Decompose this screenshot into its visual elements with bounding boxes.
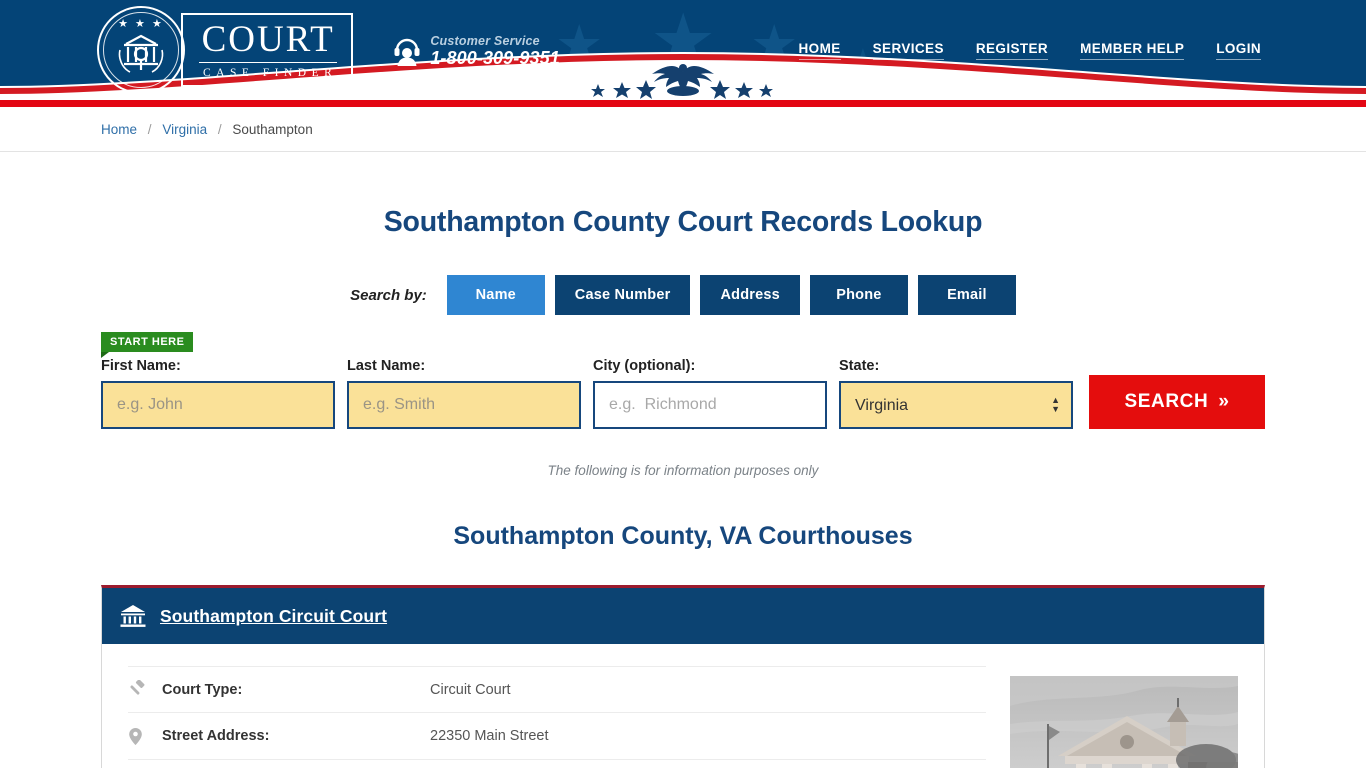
main-navigation: HOME SERVICES REGISTER MEMBER HELP LOGIN: [798, 41, 1261, 60]
tab-search-by-name[interactable]: Name: [446, 275, 545, 315]
customer-service-label: Customer Service: [430, 33, 540, 48]
state-label: State:: [839, 358, 880, 374]
nav-item-home[interactable]: HOME: [798, 41, 841, 60]
main-content: Southampton County Court Records Lookup …: [93, 206, 1273, 768]
nav-item-register[interactable]: REGISTER: [975, 41, 1049, 60]
breadcrumb-item-virginia[interactable]: Virginia: [162, 122, 207, 137]
search-by-label: Search by:: [350, 286, 427, 304]
logo-seal-icon: ★ ★ ★: [97, 6, 185, 94]
city-label: City (optional):: [593, 358, 696, 374]
state-select[interactable]: Virginia: [839, 381, 1073, 429]
logo-courthouse-glyph: [118, 34, 164, 73]
city-input[interactable]: [593, 381, 827, 429]
site-logo[interactable]: ★ ★ ★ COURT CASE FINDER: [97, 6, 354, 94]
chevron-double-right-icon: »: [1218, 391, 1230, 412]
last-name-label: Last Name:: [347, 358, 426, 374]
breadcrumb: Home / Virginia / Southampton: [93, 122, 1273, 137]
court-photo-wrap: [1010, 666, 1238, 768]
court-name-link[interactable]: Southampton Circuit Court: [160, 606, 387, 627]
breadcrumb-item-home[interactable]: Home: [101, 122, 137, 137]
customer-service-block: Customer Service 1-800-309-9351: [393, 34, 560, 68]
first-name-input[interactable]: [101, 381, 335, 429]
gavel-icon: [128, 680, 162, 699]
court-detail-label: Court Type:: [162, 681, 243, 698]
last-name-input[interactable]: [347, 381, 581, 429]
tab-search-by-address[interactable]: Address: [700, 275, 800, 315]
logo-sub-text: CASE FINDER: [203, 66, 338, 79]
state-select-wrap: Virginia ▲ ▼: [839, 381, 1073, 429]
tab-search-by-email[interactable]: Email: [917, 275, 1016, 315]
first-name-label: First Name:: [101, 358, 181, 374]
start-here-badge: START HERE: [101, 332, 194, 358]
court-detail-table: Court Type: Circuit Court Street Address…: [128, 666, 986, 768]
start-here-wrap: START HERE: [101, 332, 1265, 358]
breadcrumb-bar: Home / Virginia / Southampton: [0, 107, 1366, 152]
section-title-courthouses: Southampton County, VA Courthouses: [453, 522, 913, 550]
customer-service-phone[interactable]: 1-800-309-9351: [430, 48, 560, 68]
court-detail-row: City: Courtland: [128, 760, 986, 768]
nav-item-services[interactable]: SERVICES: [872, 41, 944, 60]
page-title: Southampton County Court Records Lookup: [383, 206, 983, 238]
search-button[interactable]: SEARCH »: [1089, 375, 1265, 429]
court-detail-label: Street Address:: [162, 728, 270, 744]
header-red-stripe: [0, 100, 1366, 107]
breadcrumb-separator: /: [147, 121, 152, 137]
tab-search-by-phone[interactable]: Phone: [809, 275, 908, 315]
court-card: Southampton Circuit Court Court Type: Ci: [101, 585, 1265, 768]
court-card-header[interactable]: Southampton Circuit Court: [102, 588, 1264, 644]
courthouse-bank-icon: [120, 605, 146, 627]
map-pin-icon: [128, 727, 162, 746]
last-name-field-group: Last Name:: [347, 358, 581, 429]
breadcrumb-separator: /: [217, 121, 222, 137]
nav-item-login[interactable]: LOGIN: [1216, 41, 1261, 60]
nav-item-member-help[interactable]: MEMBER HELP: [1080, 41, 1185, 60]
logo-main-text: COURT: [199, 21, 338, 63]
first-name-field-group: First Name:: [101, 358, 335, 429]
tab-search-by-case-number[interactable]: Case Number: [554, 275, 691, 315]
city-field-group: City (optional):: [593, 358, 827, 429]
courthouse-photo: [1010, 676, 1238, 768]
headset-support-icon: [394, 38, 420, 66]
court-detail-row: Court Type: Circuit Court: [128, 666, 986, 713]
search-button-label: SEARCH: [1124, 391, 1209, 412]
site-header: ★ ★ ★ ★ ★ ★ ★ ★ COURT CASE FINDER Custom…: [0, 0, 1366, 100]
info-note: The following is for information purpose…: [547, 463, 819, 478]
search-by-tabs: Search by: Name Case Number Address Phon…: [101, 275, 1265, 315]
court-card-body: Court Type: Circuit Court Street Address…: [102, 644, 1264, 768]
court-search-form: First Name: Last Name: City (optional): …: [101, 358, 1265, 429]
court-detail-value: Circuit Court: [430, 681, 511, 698]
state-field-group: State: Virginia ▲ ▼: [839, 358, 1073, 429]
court-detail-row: Street Address: 22350 Main Street: [128, 713, 986, 760]
court-detail-value: 22350 Main Street: [430, 728, 549, 744]
breadcrumb-item-southampton: Southampton: [232, 121, 313, 137]
